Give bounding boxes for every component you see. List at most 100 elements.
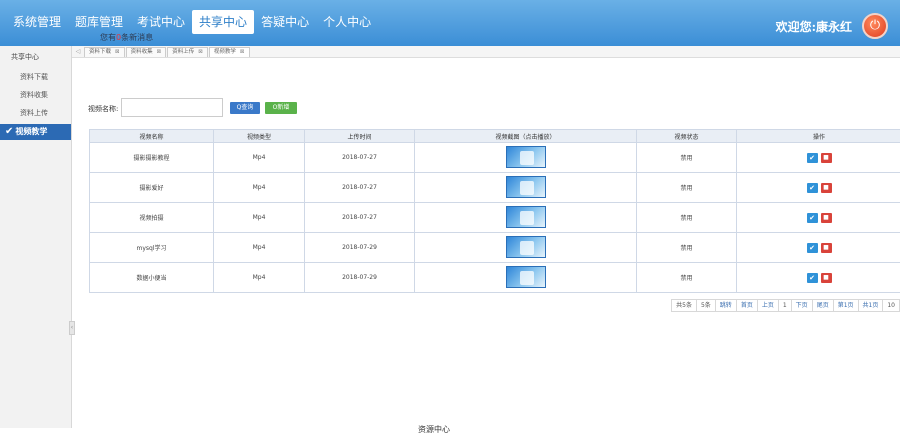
pager-item-9[interactable]: 共1页	[858, 299, 884, 312]
tab-scroll-left-icon[interactable]: ◁	[72, 46, 84, 57]
edit-icon[interactable]: ✔	[807, 153, 818, 163]
video-thumbnail[interactable]	[506, 146, 546, 168]
video-thumbnail-cell	[415, 173, 637, 203]
tab-2[interactable]: 资料上传 ⊠	[167, 47, 208, 57]
video-type-cell: Mp4	[214, 263, 305, 293]
tab-1[interactable]: 资料收集 ⊠	[126, 47, 167, 57]
column-header: 上传时间	[305, 130, 415, 143]
nav-item-1[interactable]: 题库管理	[68, 10, 130, 34]
video-name-cell: 摄影摄影教程	[90, 143, 214, 173]
column-header: 操作	[737, 130, 900, 143]
video-name-label: 视频名称:	[88, 104, 118, 114]
table-row: 视频拍摄Mp42018-07-27禁用✔■	[90, 203, 900, 233]
tab-label: 资料上传	[172, 48, 194, 57]
delete-icon[interactable]: ■	[821, 183, 832, 193]
video-name-cell: 视频拍摄	[90, 203, 214, 233]
pager-item-0: 共5条	[671, 299, 697, 312]
video-thumbnail-cell	[415, 203, 637, 233]
video-type-cell: Mp4	[214, 173, 305, 203]
nav-item-3[interactable]: 共享中心	[192, 10, 254, 34]
sidebar-collapse-handle[interactable]: ‹	[69, 321, 75, 335]
play-preview-icon	[520, 181, 534, 195]
pager-item-1[interactable]: 5条	[696, 299, 716, 312]
pager-item-5[interactable]: 1	[778, 299, 792, 312]
sidebar: 共享中心 资料下载资料收集资料上传 ✔视频教学 ‹	[0, 46, 72, 428]
power-icon[interactable]: ⏻	[862, 13, 888, 39]
tab-0[interactable]: 资料下载⊠	[84, 47, 125, 57]
video-thumbnail[interactable]	[506, 206, 546, 228]
video-status-cell: 禁用	[637, 263, 737, 293]
close-icon[interactable]: ⊠	[240, 48, 245, 57]
video-status-cell: 禁用	[637, 233, 737, 263]
edit-icon[interactable]: ✔	[807, 213, 818, 223]
upload-date-cell: 2018-07-29	[305, 263, 415, 293]
sidebar-item-0[interactable]: 资料下载	[0, 68, 71, 86]
table-header-row: 视频名称视频类型上传时间视频截图（点击播放）视频状态操作	[90, 130, 900, 143]
nav-item-0[interactable]: 系统管理	[6, 10, 68, 34]
table-row: mysql学习Mp42018-07-29禁用✔■	[90, 233, 900, 263]
footer-text: 资源中心	[418, 424, 450, 435]
sidebar-item-1[interactable]: 资料收集	[0, 86, 71, 104]
edit-icon[interactable]: ✔	[807, 243, 818, 253]
column-header: 视频类型	[214, 130, 305, 143]
delete-icon[interactable]: ■	[821, 153, 832, 163]
sidebar-title: 共享中心	[0, 46, 71, 68]
table-row: 摄影摄影教程Mp42018-07-27禁用✔■	[90, 143, 900, 173]
video-type-cell: Mp4	[214, 203, 305, 233]
message-notice[interactable]: 您有0条新消息	[100, 32, 153, 43]
pager-item-6[interactable]: 下页	[791, 299, 813, 312]
video-table: 视频名称视频类型上传时间视频截图（点击播放）视频状态操作 摄影摄影教程Mp420…	[89, 129, 900, 293]
video-name-cell: 摄影爱好	[90, 173, 214, 203]
video-thumbnail-cell	[415, 263, 637, 293]
pager-item-3[interactable]: 首页	[736, 299, 758, 312]
pager-item-4[interactable]: 上页	[757, 299, 779, 312]
video-thumbnail-cell	[415, 233, 637, 263]
actions-cell: ✔■	[737, 203, 900, 233]
top-nav: 系统管理题库管理考试中心共享中心答疑中心个人中心	[6, 10, 378, 34]
nav-item-5[interactable]: 个人中心	[316, 10, 378, 34]
delete-icon[interactable]: ■	[821, 213, 832, 223]
actions-cell: ✔■	[737, 173, 900, 203]
pager-item-10[interactable]: 10	[882, 299, 900, 312]
add-button[interactable]: O新增	[265, 102, 297, 114]
upload-date-cell: 2018-07-27	[305, 173, 415, 203]
close-icon[interactable]: ⊠	[157, 48, 162, 57]
pager-item-8[interactable]: 第1页	[833, 299, 859, 312]
video-thumbnail[interactable]	[506, 176, 546, 198]
delete-icon[interactable]: ■	[821, 243, 832, 253]
video-type-cell: Mp4	[214, 233, 305, 263]
play-preview-icon	[520, 151, 534, 165]
edit-icon[interactable]: ✔	[807, 273, 818, 283]
table-row: 摄影爱好Mp42018-07-27禁用✔■	[90, 173, 900, 203]
close-icon[interactable]: ⊠	[115, 48, 120, 57]
play-preview-icon	[520, 241, 534, 255]
pager-item-7[interactable]: 尾页	[812, 299, 834, 312]
edit-icon[interactable]: ✔	[807, 183, 818, 193]
nav-item-2[interactable]: 考试中心	[130, 10, 192, 34]
column-header: 视频状态	[637, 130, 737, 143]
check-icon: ✔	[5, 126, 13, 137]
sidebar-item-2[interactable]: 资料上传	[0, 104, 71, 122]
sidebar-item-3[interactable]: ✔视频教学	[0, 124, 71, 140]
video-thumbnail[interactable]	[506, 266, 546, 288]
welcome-user: 欢迎您:康永红	[776, 18, 852, 35]
sidebar-item-label: 资料收集	[20, 91, 48, 99]
delete-icon[interactable]: ■	[821, 273, 832, 283]
video-name-input[interactable]	[121, 98, 223, 117]
pagination: 共5条5条跳转首页上页1下页尾页第1页共1页10	[672, 299, 900, 312]
close-icon[interactable]: ⊠	[198, 48, 203, 57]
video-status-cell: 禁用	[637, 173, 737, 203]
nav-item-4[interactable]: 答疑中心	[254, 10, 316, 34]
video-thumbnail[interactable]	[506, 236, 546, 258]
pager-item-2[interactable]: 跳转	[715, 299, 737, 312]
query-button[interactable]: Q查询	[230, 102, 260, 114]
tab-label: 视频教学	[214, 48, 236, 57]
tab-label: 资料收集	[131, 48, 153, 57]
column-header: 视频名称	[90, 130, 214, 143]
upload-date-cell: 2018-07-27	[305, 203, 415, 233]
tab-3[interactable]: 视频教学 ⊠	[209, 47, 250, 57]
video-name-cell: mysql学习	[90, 233, 214, 263]
video-type-cell: Mp4	[214, 143, 305, 173]
column-header: 视频截图（点击播放）	[415, 130, 637, 143]
video-status-cell: 禁用	[637, 143, 737, 173]
